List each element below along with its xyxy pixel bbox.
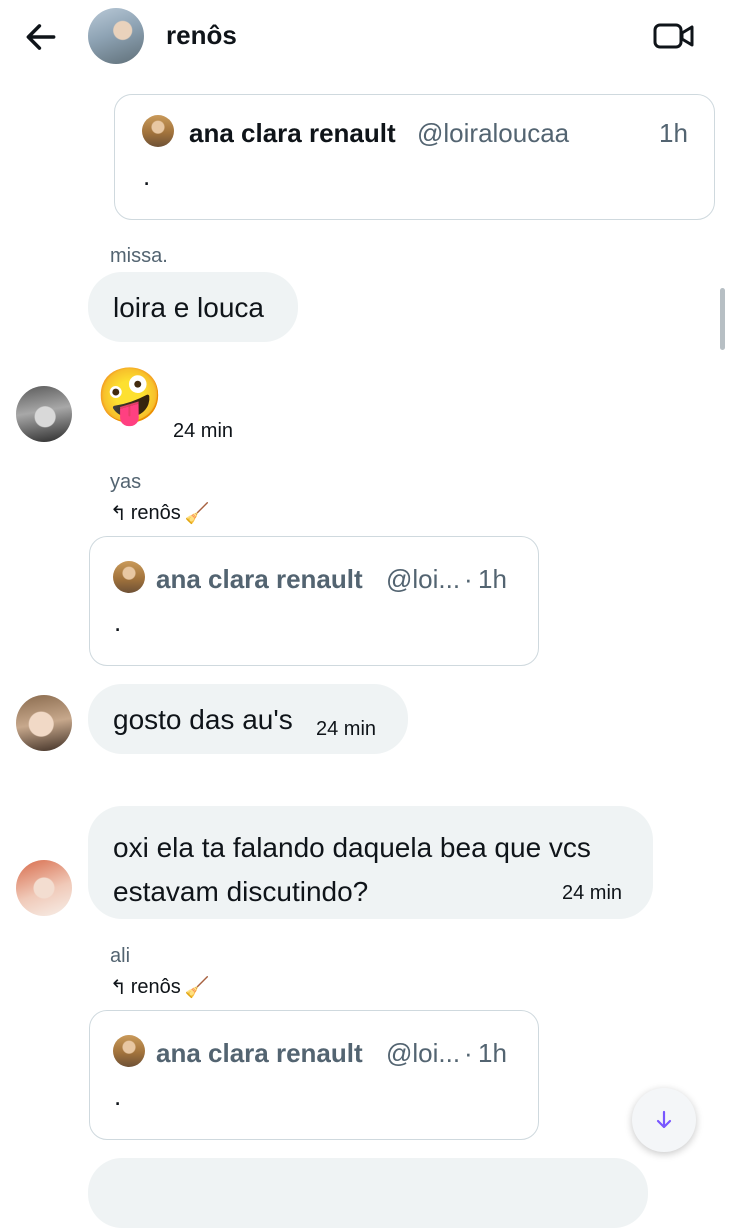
quoted-author-avatar — [113, 1035, 145, 1067]
quoted-author-handle: @loi... — [386, 1038, 461, 1068]
quoted-post-time: 1h — [659, 118, 688, 148]
message-text-line: estavam discutindo? — [113, 876, 369, 907]
message-text: loira e louca — [113, 292, 264, 323]
video-camera-icon[interactable] — [652, 18, 696, 54]
quoted-author-handle: @loiraloucaa — [417, 118, 570, 148]
quoted-post-body: . — [114, 1081, 122, 1111]
quoted-author-name: ana clara renault — [189, 118, 396, 148]
reply-context: ↰ renôs 🧹 — [110, 975, 210, 1000]
conversation-title[interactable]: renôs — [166, 20, 237, 51]
quoted-author-handle: @loi... — [386, 564, 461, 594]
message-sender-name: ali — [110, 945, 131, 967]
broom-emoji: 🧹 — [184, 503, 210, 525]
message-sender-name: missa. — [110, 245, 168, 267]
separator-dot: · — [464, 564, 473, 594]
quoted-post-body: . — [143, 161, 151, 191]
arrow-left-icon[interactable] — [22, 18, 60, 56]
reply-target-name: renôs — [130, 502, 181, 524]
message-text-line: oxi ela ta falando daquela bea que vcs — [113, 832, 591, 863]
reply-arrow-icon: ↰ — [110, 503, 127, 525]
quoted-post-time: 1h — [478, 564, 507, 594]
arrow-down-icon — [656, 1110, 672, 1129]
conversation-avatar[interactable] — [88, 8, 144, 64]
quoted-post-card[interactable]: ana clara renault @loi... · 1h . — [89, 536, 539, 666]
reply-target-name: renôs — [130, 976, 181, 998]
conversation-header: renôs — [0, 0, 731, 72]
reply-context: ↰ renôs 🧹 — [110, 501, 210, 526]
message-sender-name: yas — [110, 471, 142, 493]
quoted-post-card[interactable]: ana clara renault @loi... · 1h . — [89, 1010, 539, 1140]
quoted-author-name: ana clara renault — [156, 1038, 363, 1068]
message-bubble[interactable]: loira e louca — [88, 272, 298, 342]
quoted-author-name: ana clara renault — [156, 564, 363, 594]
scroll-to-bottom-button[interactable] — [632, 1088, 696, 1152]
quoted-post-body: . — [114, 607, 122, 637]
avatar[interactable] — [16, 860, 72, 916]
message-timestamp: 24 min — [316, 718, 377, 740]
message-text: gosto das au's — [113, 704, 293, 735]
reply-arrow-icon: ↰ — [110, 977, 127, 999]
quoted-author-avatar — [142, 115, 174, 147]
message-bubble[interactable] — [88, 1158, 648, 1228]
avatar[interactable] — [16, 386, 72, 442]
emoji-message[interactable]: 🤪 — [96, 364, 163, 428]
message-timestamp: 24 min — [173, 420, 234, 442]
scrollbar-thumb[interactable] — [720, 288, 725, 350]
avatar[interactable] — [16, 695, 72, 751]
separator-dot: · — [464, 1038, 473, 1068]
broom-emoji: 🧹 — [184, 977, 210, 999]
quoted-author-avatar — [113, 561, 145, 593]
quoted-post-card[interactable]: ana clara renault @loiraloucaa 1h . — [114, 94, 715, 220]
message-timestamp: 24 min — [562, 882, 623, 904]
quoted-post-time: 1h — [478, 1038, 507, 1068]
